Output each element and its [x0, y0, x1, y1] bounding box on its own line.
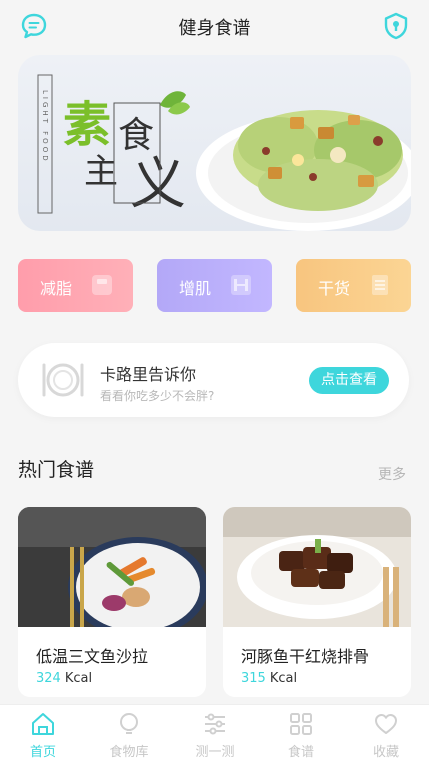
tab-label: 测一测	[195, 745, 235, 760]
grid-icon	[290, 713, 312, 735]
recipe-calories: 324 Kcal	[36, 671, 92, 686]
category-label: 干货	[318, 279, 351, 298]
calorie-value: 315	[241, 671, 266, 686]
recipe-calories: 315 Kcal	[241, 671, 297, 686]
shield-icon[interactable]	[382, 12, 410, 40]
category-muscle-gain[interactable]: 增肌	[157, 259, 272, 312]
banner-side-text: LIGHT FOOD	[41, 90, 49, 164]
tab-home[interactable]: 首页	[0, 711, 86, 763]
hero-banner[interactable]: LIGHT FOOD 素 食 主 义	[18, 55, 411, 231]
plate-cutlery-icon	[42, 363, 84, 397]
calorie-card-subtitle: 看看你吃多少不会胖?	[100, 389, 215, 403]
tab-favorites[interactable]: 收藏	[343, 711, 429, 763]
tab-label: 收藏	[372, 745, 399, 760]
category-dry-goods[interactable]: 干货	[296, 259, 411, 312]
banner-art-text-2: 主	[84, 152, 118, 192]
tab-label: 首页	[29, 745, 56, 760]
category-label: 减脂	[40, 279, 73, 298]
recipe-card[interactable]: 低温三文鱼沙拉 324 Kcal	[18, 507, 206, 697]
tab-recipes[interactable]: 食谱	[258, 711, 344, 763]
dumbbell-icon	[231, 275, 251, 295]
recipe-name: 河豚鱼干红烧排骨	[241, 647, 370, 666]
bottom-tab-bar: 首页 食物库 测一测 食谱 收藏	[0, 704, 429, 764]
tab-test[interactable]: 测一测	[172, 711, 258, 763]
scale-icon	[92, 275, 112, 295]
calorie-unit: Kcal	[269, 671, 298, 686]
recipe-card[interactable]: 河豚鱼干红烧排骨 315 Kcal	[223, 507, 411, 697]
lightbulb-icon	[120, 713, 138, 734]
banner-art-text-3: 义	[130, 152, 186, 217]
calorie-value: 324	[36, 671, 61, 686]
recipe-name: 低温三文鱼沙拉	[36, 647, 149, 666]
document-icon	[372, 275, 388, 295]
category-label: 增肌	[179, 279, 212, 298]
tab-label: 食物库	[109, 745, 149, 760]
calorie-card-title: 卡路里告诉你	[100, 365, 197, 384]
recipe-photo	[18, 507, 206, 627]
recipe-photo	[223, 507, 411, 627]
banner-title-text: 素	[63, 97, 111, 153]
calorie-unit: Kcal	[64, 671, 93, 686]
sliders-icon	[205, 713, 225, 735]
calorie-card[interactable]: 卡路里告诉你 看看你吃多少不会胖? 点击查看	[18, 343, 409, 417]
tab-food-library[interactable]: 食物库	[86, 711, 172, 763]
tab-label: 食谱	[287, 745, 314, 760]
banner-image: LIGHT FOOD 素 食 主 义	[37, 74, 411, 231]
page-title: 健身食谱	[178, 18, 251, 39]
heart-icon	[375, 714, 397, 734]
more-link[interactable]: 更多	[378, 464, 406, 484]
category-fat-loss[interactable]: 减脂	[18, 259, 133, 312]
view-calories-button[interactable]: 点击查看	[309, 367, 389, 394]
home-icon	[32, 713, 54, 735]
banner-art-text-1: 食	[118, 115, 154, 156]
hot-recipes-title: 热门食谱	[18, 459, 95, 481]
top-bar: 健身食谱	[0, 0, 429, 52]
